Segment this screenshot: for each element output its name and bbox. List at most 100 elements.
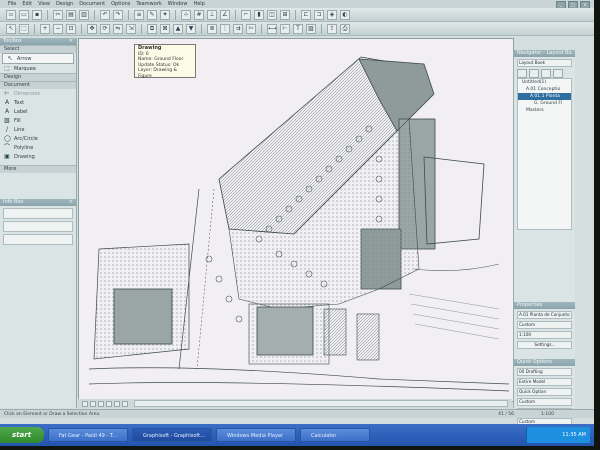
properties-type-field[interactable]: Custom	[517, 321, 572, 329]
redo-icon[interactable]: ↷	[113, 9, 123, 20]
door-icon[interactable]: ◫	[267, 9, 277, 20]
tool-polyline[interactable]: ⌒ Polyline	[0, 143, 76, 152]
stretch-icon[interactable]: ⇲	[126, 23, 136, 34]
grid-icon[interactable]: #	[194, 9, 204, 20]
menu-design[interactable]: Design	[56, 1, 73, 7]
lock-icon[interactable]: ⊠	[160, 23, 170, 34]
angle-icon[interactable]: ∠	[220, 9, 230, 20]
quick-option-field[interactable]: Entire Model	[517, 378, 572, 386]
zoom-out-icon[interactable]: −	[53, 23, 63, 34]
tree-item-drawing[interactable]: G. Ground Fl	[518, 100, 571, 107]
taskbar-item[interactable]: Calculator	[300, 428, 370, 442]
publisher-icon[interactable]	[553, 69, 563, 78]
tool-label-tool[interactable]: A Label	[0, 107, 76, 116]
next-view-icon[interactable]	[114, 400, 120, 407]
menu-teamwork[interactable]: Teamwork	[136, 1, 161, 7]
dimension-icon[interactable]: ⊢	[280, 23, 290, 34]
info-field[interactable]	[3, 234, 73, 245]
start-button[interactable]: start	[0, 427, 44, 443]
pen-icon[interactable]: ✎	[147, 9, 157, 20]
distribute-icon[interactable]: ⋮	[220, 23, 230, 34]
tree-item-root[interactable]: Untitled(1)	[518, 79, 571, 86]
quick-option-field[interactable]: Custom	[517, 398, 572, 406]
toolbox-section-design[interactable]: Design	[0, 73, 76, 81]
close-icon[interactable]: ×	[69, 199, 73, 206]
info-field[interactable]	[3, 221, 73, 232]
measure-icon[interactable]: ⟷	[267, 23, 277, 34]
info-field[interactable]	[3, 208, 73, 219]
trim-icon[interactable]: ✄	[246, 23, 256, 34]
render-icon[interactable]: ◐	[340, 9, 350, 20]
toolbox-section-select[interactable]: Select	[0, 45, 76, 53]
tool-arc-circle[interactable]: ◯ Arc/Circle	[0, 134, 76, 143]
tree-item-subset[interactable]: A.01 Conceptio	[518, 86, 571, 93]
window-icon[interactable]: ⊞	[280, 9, 290, 20]
view-map-icon[interactable]	[529, 69, 539, 78]
menu-view[interactable]: View	[38, 1, 50, 7]
print-icon[interactable]: ⎙	[340, 23, 350, 34]
guide-icon[interactable]: ⊥	[207, 9, 217, 20]
zoom-in-icon[interactable]: +	[40, 23, 50, 34]
project-map-icon[interactable]	[517, 69, 527, 78]
menu-help[interactable]: Help	[193, 1, 204, 7]
group-icon[interactable]: ⧉	[147, 23, 157, 34]
tool-text[interactable]: A Text	[0, 98, 76, 107]
fit-icon[interactable]: ⊡	[66, 23, 76, 34]
drawing-canvas[interactable]	[78, 38, 514, 402]
stairs-icon[interactable]: ⌐	[241, 9, 251, 20]
undo-icon[interactable]: ↶	[100, 9, 110, 20]
taskbar-item-active[interactable]: Graphisoft - Graphisoft...	[132, 428, 212, 442]
pan-icon[interactable]	[122, 400, 128, 407]
send-back-icon[interactable]: ▼	[186, 23, 196, 34]
align-icon[interactable]: ≣	[207, 23, 217, 34]
elevation-icon[interactable]: ⊐	[314, 9, 324, 20]
snap-icon[interactable]: ⊹	[181, 9, 191, 20]
tool-fill[interactable]: ▧ Fill	[0, 116, 76, 125]
zoom-out-icon[interactable]	[90, 400, 96, 407]
fit-window-icon[interactable]	[98, 400, 104, 407]
settings-button[interactable]: Settings...	[517, 341, 572, 349]
menu-window[interactable]: Window	[168, 1, 188, 7]
layout-book-icon[interactable]	[541, 69, 551, 78]
save-icon[interactable]: ▪	[32, 9, 42, 20]
mirror-icon[interactable]: ⇋	[113, 23, 123, 34]
fill-icon[interactable]: ▨	[306, 23, 316, 34]
open-icon[interactable]: ▭	[19, 9, 29, 20]
taskbar-item[interactable]: Fat Gear - Paidi 49 - T...	[48, 428, 128, 442]
close-icon[interactable]: ×	[568, 50, 572, 57]
properties-scale-field[interactable]: 1:100	[517, 331, 572, 339]
quick-option-field[interactable]: 00 Drafting	[517, 368, 572, 376]
select-icon[interactable]: ↖	[6, 23, 16, 34]
toolbox-section-more[interactable]: More	[0, 165, 76, 173]
tool-drawing[interactable]: ▣ Drawing	[0, 152, 76, 161]
publish-icon[interactable]: ⇪	[327, 23, 337, 34]
offset-icon[interactable]: ⇉	[233, 23, 243, 34]
zoom-in-icon[interactable]	[82, 400, 88, 407]
close-icon[interactable]: ×	[69, 38, 73, 45]
wall-icon[interactable]: ▮	[254, 9, 264, 20]
navigator-dropdown[interactable]: Layout Book	[517, 59, 572, 67]
menu-document[interactable]: Document	[79, 1, 105, 7]
tree-item-masters[interactable]: Masters	[518, 107, 571, 114]
horizontal-scrollbar[interactable]	[134, 400, 508, 407]
menu-file[interactable]: File	[8, 1, 16, 7]
tree-item-layout[interactable]: A.01.1 Planta	[518, 93, 571, 100]
magic-wand-icon[interactable]: ✦	[160, 9, 170, 20]
rotate-icon[interactable]: ⟳	[100, 23, 110, 34]
taskbar-item[interactable]: Windows Media Player	[216, 428, 296, 442]
tool-marquee[interactable]: ⬚ Marquee	[0, 64, 76, 73]
3d-icon[interactable]: ◈	[327, 9, 337, 20]
new-icon[interactable]: ▫	[6, 9, 16, 20]
tool-dimension[interactable]: ⊢ Dimension	[0, 89, 76, 98]
section-icon[interactable]: ⊏	[301, 9, 311, 20]
previous-view-icon[interactable]	[106, 400, 112, 407]
quick-option-field[interactable]: Quick Option	[517, 388, 572, 396]
layer-icon[interactable]: ≡	[134, 9, 144, 20]
copy-icon[interactable]: ▤	[66, 9, 76, 20]
properties-name-field[interactable]: A.01 Planta de Conjunto	[517, 311, 572, 319]
toolbox-section-document[interactable]: Document	[0, 81, 76, 89]
tool-line[interactable]: / Line	[0, 125, 76, 134]
text-icon[interactable]: T	[293, 23, 303, 34]
bring-front-icon[interactable]: ▲	[173, 23, 183, 34]
marquee-icon[interactable]: ⬚	[19, 23, 29, 34]
